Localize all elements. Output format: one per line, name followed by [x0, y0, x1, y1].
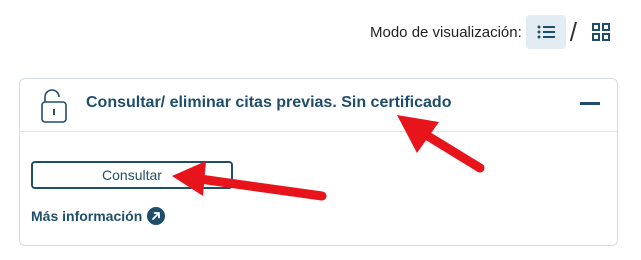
card-header[interactable]: Consultar/ eliminar citas previas. Sin c… [20, 79, 617, 132]
grid-icon [592, 23, 610, 41]
list-icon [537, 25, 555, 39]
view-mode-separator: / [569, 17, 577, 47]
more-info-link[interactable]: Más información [31, 207, 166, 225]
view-mode-label: Modo de visualización: [370, 23, 522, 41]
minus-icon[interactable] [579, 93, 601, 115]
grid-view-button[interactable] [581, 15, 621, 49]
more-info-label: Más información [31, 208, 143, 224]
arrow-up-right-circle-icon [147, 207, 166, 225]
consult-button[interactable]: Consultar [31, 161, 233, 189]
list-view-button[interactable] [525, 15, 566, 49]
unlocked-padlock-icon [41, 89, 67, 123]
view-mode-switcher: Modo de visualización: / [370, 15, 621, 49]
procedure-card: Consultar/ eliminar citas previas. Sin c… [19, 78, 618, 246]
card-title: Consultar/ eliminar citas previas. Sin c… [86, 94, 452, 111]
